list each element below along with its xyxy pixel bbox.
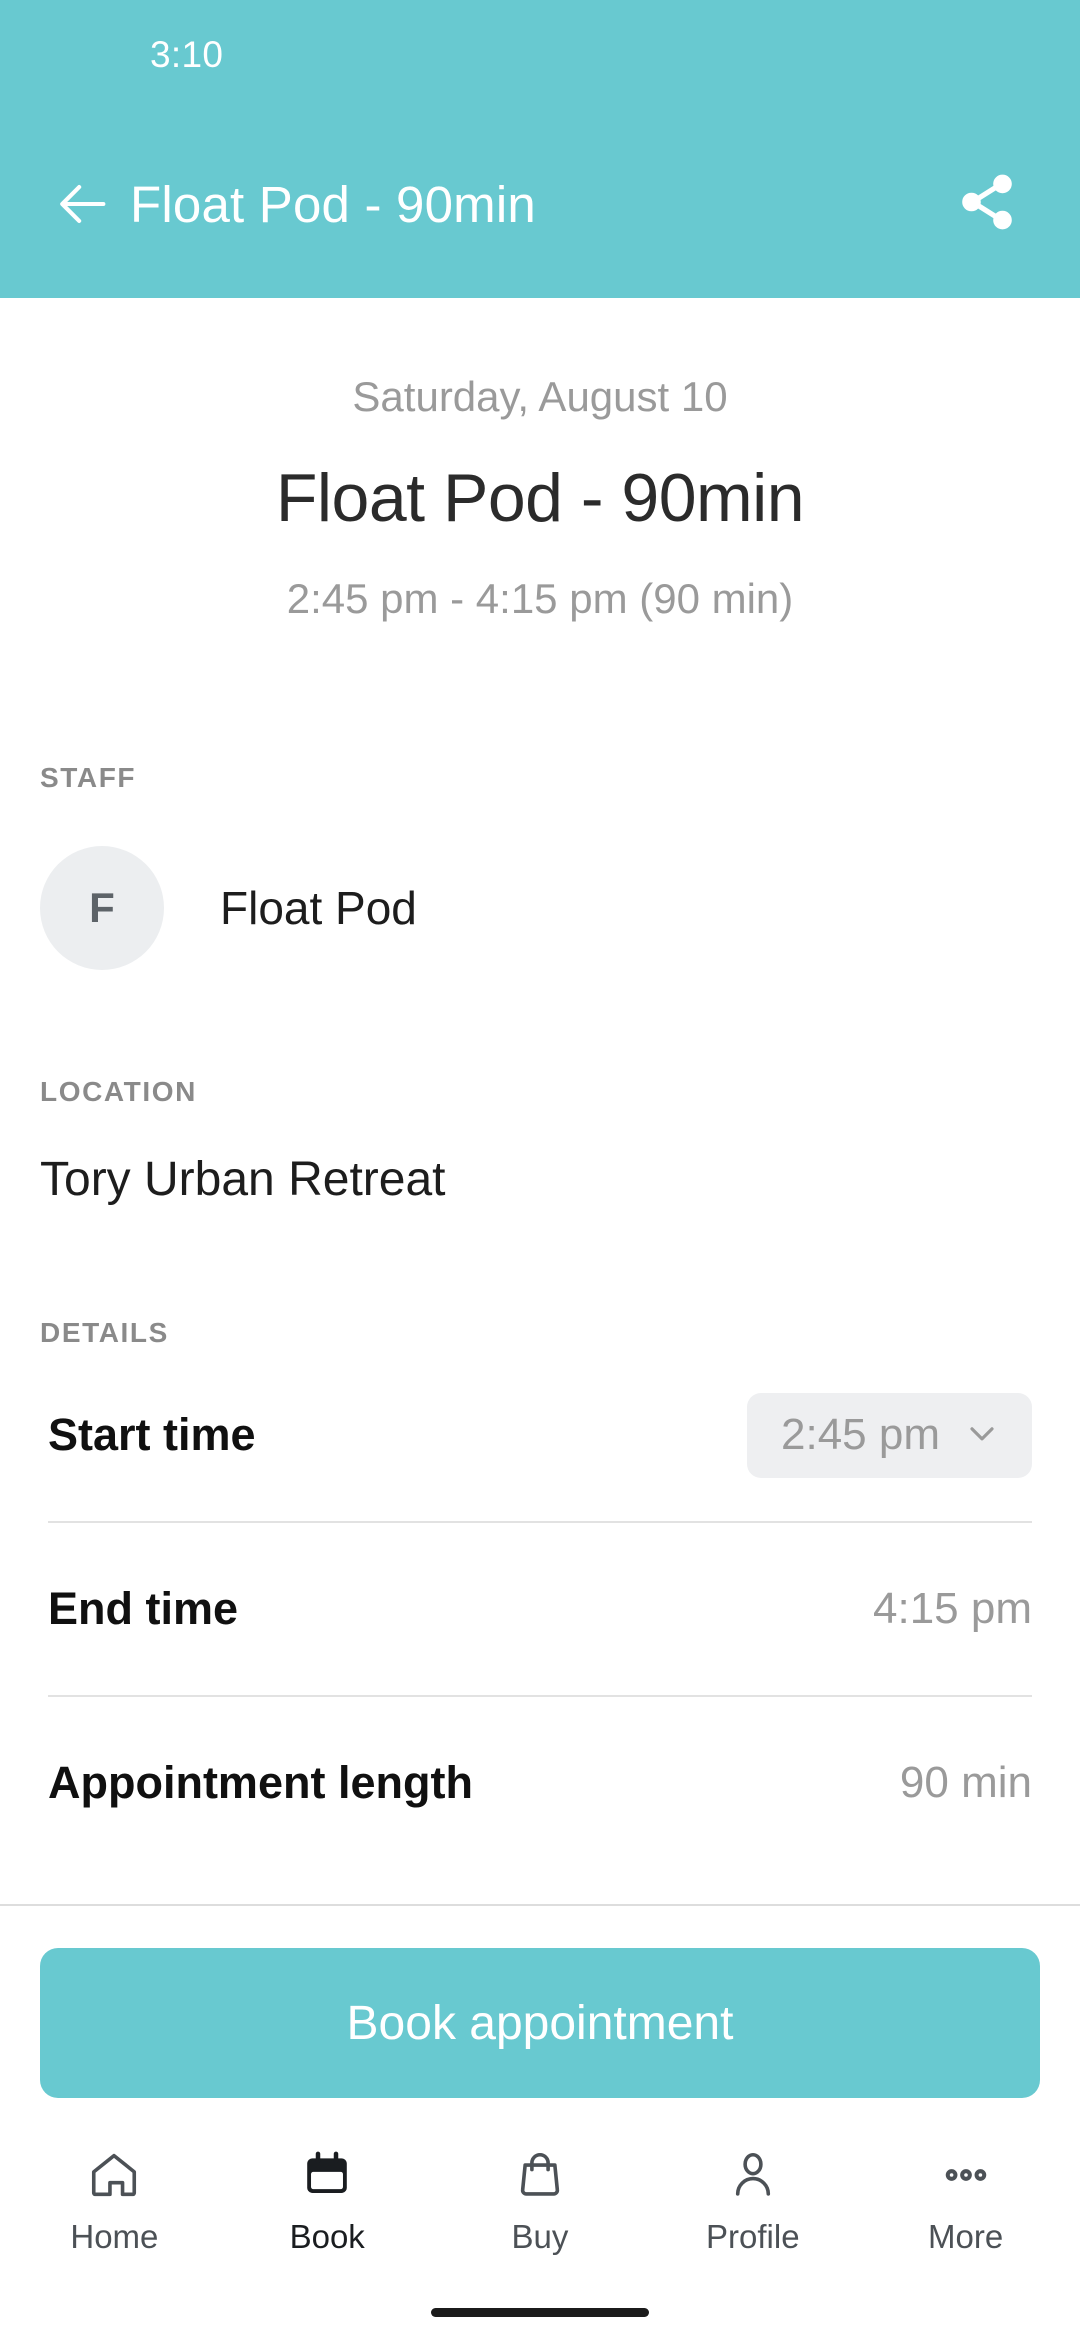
app-bar: 3:10 Float Pod - 90min — [0, 0, 1080, 298]
start-time-value: 2:45 pm — [781, 1410, 940, 1460]
share-icon — [956, 171, 1018, 238]
arrow-left-icon — [55, 175, 113, 233]
location-section: LOCATION Tory Urban Retreat — [0, 1076, 1080, 1207]
nav-item-buy[interactable]: Buy — [434, 2144, 647, 2256]
home-indicator-container — [0, 2284, 1080, 2340]
chevron-down-icon — [962, 1413, 1002, 1458]
staff-name: Float Pod — [220, 882, 417, 935]
footer: Book appointment Home Book Buy Profile M… — [0, 1904, 1080, 2340]
start-time-dropdown[interactable]: 2:45 pm — [747, 1392, 1032, 1478]
detail-label: Start time — [48, 1409, 256, 1461]
home-icon — [87, 2144, 141, 2206]
nav-label: More — [927, 2218, 1004, 2255]
home-indicator[interactable] — [431, 2307, 649, 2317]
app-root: 3:10 Float Pod - 90min Saturday, August … — [0, 0, 1080, 2340]
nav-label: Buy — [511, 2218, 569, 2255]
detail-row-end-time: End time 4:15 pm — [0, 1523, 1080, 1695]
appointment-time-range: 2:45 pm - 4:15 pm (90 min) — [286, 575, 794, 623]
book-appointment-button[interactable]: Book appointment — [40, 1948, 1040, 2098]
status-bar-clock: 3:10 — [150, 34, 224, 75]
appointment-hero: Saturday, August 10 Float Pod - 90min 2:… — [0, 298, 1080, 620]
person-icon — [726, 2144, 780, 2206]
location-value: Tory Urban Retreat — [40, 1153, 446, 1207]
status-bar: 3:10 — [0, 0, 1080, 110]
details-section-label: DETAILS — [40, 1317, 169, 1349]
staff-section-label: STAFF — [40, 762, 137, 794]
detail-label: End time — [48, 1583, 239, 1635]
nav-item-home[interactable]: Home — [8, 2144, 221, 2256]
nav-item-more[interactable]: More — [859, 2144, 1072, 2256]
nav-label: Home — [70, 2218, 159, 2255]
location-section-label: LOCATION — [40, 1076, 197, 1108]
details-section: DETAILS Start time 2:45 pm End time 4:15… — [0, 1317, 1080, 1869]
nav-item-book[interactable]: Book — [221, 2144, 434, 2256]
calendar-icon — [300, 2144, 354, 2206]
detail-row-appointment-length: Appointment length 90 min — [0, 1697, 1080, 1869]
nav-item-profile[interactable]: Profile — [646, 2144, 859, 2256]
appointment-length-value: 90 min — [899, 1758, 1032, 1808]
detail-label: Appointment length — [48, 1757, 473, 1809]
appointment-date: Saturday, August 10 — [352, 373, 728, 420]
nav-label: Profile — [706, 2218, 800, 2255]
app-bar-title: Float Pod - 90min — [130, 175, 536, 233]
end-time-value: 4:15 pm — [873, 1584, 1032, 1634]
detail-row-start-time: Start time 2:45 pm — [0, 1349, 1080, 1521]
main-content: Saturday, August 10 Float Pod - 90min 2:… — [0, 298, 1080, 2340]
book-appointment-label: Book appointment — [346, 1996, 734, 2050]
bottom-navigation: Home Book Buy Profile More — [0, 2134, 1080, 2284]
title-bar: Float Pod - 90min — [0, 110, 1080, 298]
avatar-initial: F — [89, 884, 115, 932]
staff-row[interactable]: F Float Pod — [0, 846, 1080, 971]
nav-label: Book — [289, 2218, 365, 2255]
share-button[interactable] — [942, 159, 1032, 249]
back-button[interactable] — [48, 168, 120, 240]
cta-container: Book appointment — [0, 1906, 1080, 2134]
appointment-title: Float Pod - 90min — [275, 460, 805, 536]
ellipsis-icon — [939, 2144, 993, 2206]
shopping-bag-icon — [513, 2144, 567, 2206]
avatar: F — [40, 846, 164, 971]
staff-section: STAFF F Float Pod — [0, 762, 1080, 971]
